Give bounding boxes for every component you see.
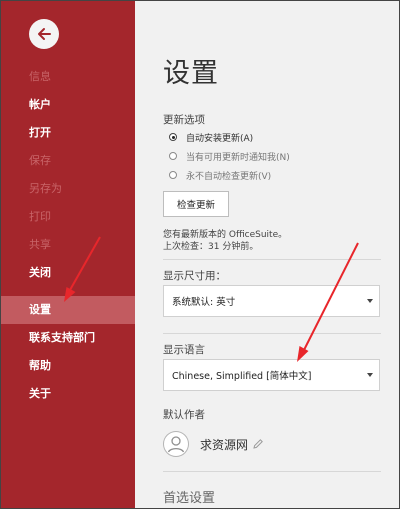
sidebar-item-contact-support[interactable]: 联系支持部门	[1, 324, 135, 352]
sidebar-item-settings[interactable]: 设置	[1, 296, 135, 324]
sidebar-item-help[interactable]: 帮助	[1, 352, 135, 380]
divider	[163, 333, 381, 334]
divider	[163, 471, 381, 472]
last-check-text: 上次检查：31 分钟前。	[163, 242, 259, 252]
chevron-down-icon	[367, 299, 373, 303]
user-icon	[163, 431, 189, 457]
update-options-label: 更新选项	[163, 114, 205, 126]
radio-notify[interactable]: 当有可用更新时通知我(N)	[169, 148, 290, 164]
radio-unchecked-icon	[169, 171, 177, 179]
radio-auto-install[interactable]: 自动安装更新(A)	[169, 129, 253, 145]
app-window: 信息 帐户 打开 保存 另存为 打印 共享 关闭 设置 联系支持部门 帮助 关于…	[0, 0, 400, 509]
author-row: 求资源网	[163, 429, 264, 459]
sidebar-item-close[interactable]: 关闭	[1, 259, 135, 287]
select-value: 系统默认: 英寸	[172, 297, 236, 308]
sidebar-item-save-as[interactable]: 另存为	[1, 175, 135, 203]
sidebar: 信息 帐户 打开 保存 另存为 打印 共享 关闭 设置 联系支持部门 帮助 关于	[1, 1, 135, 508]
display-language-label: 显示语言	[163, 344, 205, 356]
sidebar-item-save[interactable]: 保存	[1, 147, 135, 175]
sidebar-item-print[interactable]: 打印	[1, 203, 135, 231]
check-updates-button[interactable]: 检查更新	[163, 191, 229, 217]
settings-panel: 设置 更新选项 自动安装更新(A) 当有可用更新时通知我(N) 永不自动检查更新…	[135, 1, 399, 508]
pencil-icon[interactable]	[252, 438, 264, 450]
page-title: 设置	[163, 58, 219, 89]
sidebar-item-about[interactable]: 关于	[1, 380, 135, 408]
back-button[interactable]	[29, 19, 59, 49]
avatar	[163, 431, 189, 457]
arrow-left-icon	[38, 28, 51, 40]
display-units-label: 显示尺寸用：	[163, 270, 226, 282]
sidebar-nav: 信息 帐户 打开 保存 另存为 打印 共享 关闭 设置 联系支持部门 帮助 关于	[1, 63, 135, 408]
radio-label: 自动安装更新(A)	[186, 133, 254, 144]
radio-checked-icon	[169, 133, 177, 141]
display-language-select[interactable]: Chinese, Simplified [简体中文]	[163, 359, 380, 391]
radio-label: 当有可用更新时通知我(N)	[186, 152, 290, 163]
preferences-title: 首选设置	[163, 491, 216, 506]
sidebar-item-info[interactable]: 信息	[1, 63, 135, 91]
chevron-down-icon	[367, 373, 373, 377]
radio-never-check[interactable]: 永不自动检查更新(V)	[169, 167, 271, 183]
radio-label: 永不自动检查更新(V)	[186, 171, 272, 182]
sidebar-item-account[interactable]: 帐户	[1, 91, 135, 119]
sidebar-item-open[interactable]: 打开	[1, 119, 135, 147]
select-value: Chinese, Simplified [简体中文]	[172, 371, 312, 382]
radio-unchecked-icon	[169, 152, 177, 160]
display-units-select[interactable]: 系统默认: 英寸	[163, 285, 380, 317]
sidebar-item-share[interactable]: 共享	[1, 231, 135, 259]
author-name: 求资源网	[200, 437, 249, 452]
divider	[163, 259, 381, 260]
default-author-label: 默认作者	[163, 409, 205, 421]
